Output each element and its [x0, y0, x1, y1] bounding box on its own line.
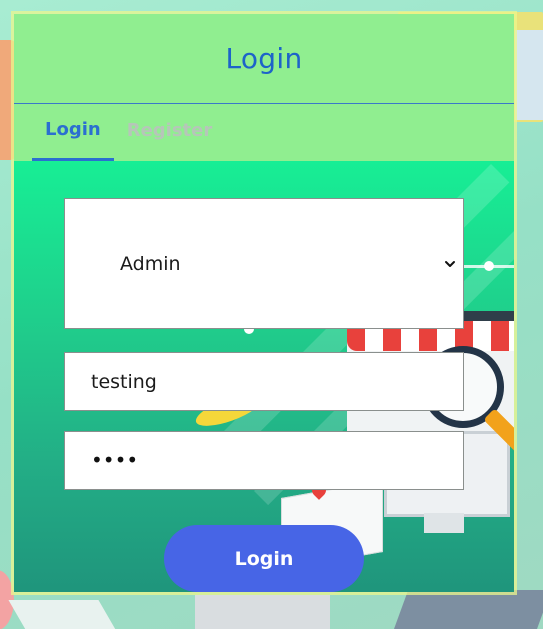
tab-register[interactable]: Register: [114, 102, 226, 159]
auth-tabs: Login Register: [14, 104, 514, 161]
username-input[interactable]: testing: [64, 352, 464, 411]
role-select-value: Admin: [120, 253, 181, 275]
background-shape: [8, 600, 122, 629]
password-input-value: ••••: [91, 448, 139, 472]
background-shape: [391, 590, 543, 629]
background-shape: [515, 30, 543, 120]
login-card: Login Login Register Admin testing •••• …: [14, 14, 514, 592]
tab-login-label: Login: [45, 118, 101, 140]
background-shape: [195, 595, 330, 629]
role-select[interactable]: Admin: [64, 198, 464, 329]
login-button[interactable]: Login: [164, 525, 364, 592]
chevron-down-icon: [445, 261, 455, 267]
login-form-panel: Admin testing •••• Login: [14, 161, 514, 592]
tab-register-label: Register: [126, 120, 213, 141]
monitor-stand: [424, 513, 464, 533]
password-input[interactable]: ••••: [64, 431, 464, 490]
card-header: Login: [14, 14, 514, 104]
decorative-dot: [484, 261, 494, 271]
username-input-value: testing: [91, 371, 157, 393]
tab-login[interactable]: Login: [32, 104, 114, 161]
login-form: Admin testing ••••: [64, 198, 464, 490]
page-title: Login: [225, 42, 303, 75]
